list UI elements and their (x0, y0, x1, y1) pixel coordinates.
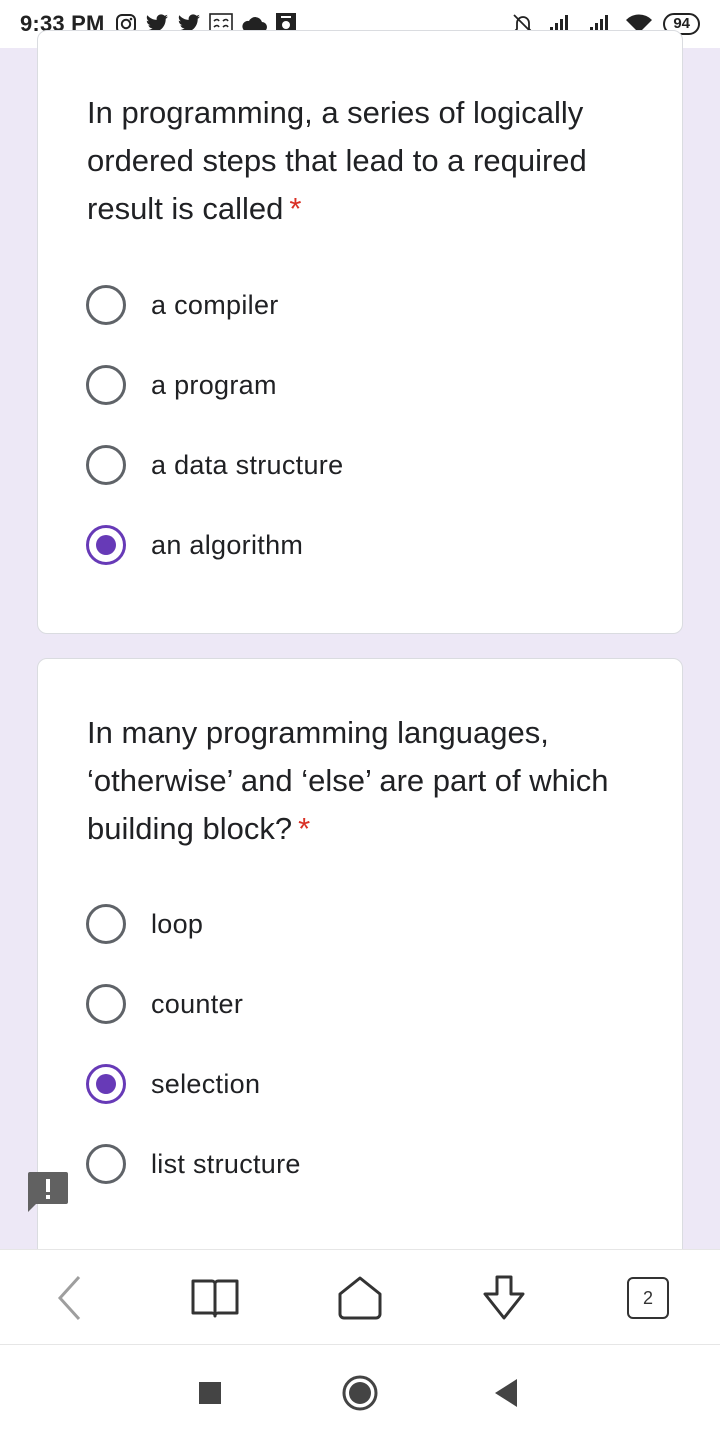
radio-button[interactable] (86, 984, 126, 1024)
download-button[interactable] (478, 1272, 530, 1324)
question-text: In programming, a series of logically or… (87, 95, 587, 226)
feedback-button[interactable] (28, 1172, 68, 1212)
option-label: a program (151, 369, 277, 400)
square-icon (199, 1382, 221, 1404)
radio-button[interactable] (86, 1144, 126, 1184)
radio-option-selected[interactable]: selection (86, 1062, 626, 1106)
home-icon (338, 1276, 382, 1320)
home-nav-button[interactable] (336, 1369, 384, 1417)
radio-option[interactable]: counter (86, 982, 626, 1026)
radio-dot (96, 535, 116, 555)
radio-option[interactable]: list structure (86, 1142, 626, 1186)
radio-button[interactable] (86, 365, 126, 405)
radio-button[interactable] (86, 285, 126, 325)
question-card: In programming, a series of logically or… (37, 30, 683, 634)
recents-button[interactable] (186, 1369, 234, 1417)
back-button[interactable] (44, 1272, 96, 1324)
question-card: In many programming languages, ‘otherwis… (37, 658, 683, 1258)
required-asterisk: * (298, 811, 311, 846)
browser-toolbar: 2 (0, 1249, 720, 1345)
feedback-icon (28, 1172, 68, 1212)
radio-option-selected[interactable]: an algorithm (86, 523, 626, 567)
download-icon (483, 1275, 525, 1320)
back-icon (57, 1275, 81, 1321)
option-label: selection (151, 1068, 261, 1099)
radio-option[interactable]: a program (86, 363, 626, 407)
option-label: list structure (151, 1148, 301, 1179)
circle-icon (342, 1375, 378, 1411)
radio-button[interactable] (86, 904, 126, 944)
radio-button[interactable] (86, 445, 126, 485)
radio-option[interactable]: loop (86, 902, 626, 946)
system-nav-bar (0, 1345, 720, 1440)
radio-button-checked[interactable] (86, 1064, 126, 1104)
radio-button-checked[interactable] (86, 525, 126, 565)
option-label: a data structure (151, 449, 344, 480)
tabs-icon: 2 (627, 1277, 669, 1319)
radio-option[interactable]: a compiler (86, 283, 626, 327)
tabs-button[interactable]: 2 (622, 1272, 674, 1324)
bookmarks-icon (191, 1279, 239, 1318)
option-label: a compiler (151, 289, 279, 320)
home-button[interactable] (334, 1272, 386, 1324)
radio-option[interactable]: a data structure (86, 443, 626, 487)
required-asterisk: * (289, 191, 302, 226)
back-nav-button[interactable] (482, 1369, 530, 1417)
radio-dot (96, 1074, 116, 1094)
triangle-back-icon (495, 1379, 517, 1407)
bookmarks-button[interactable] (189, 1272, 241, 1324)
option-label: counter (151, 988, 244, 1019)
option-label: an algorithm (151, 529, 304, 560)
option-label: loop (151, 908, 204, 939)
question-title: In programming, a series of logically or… (87, 89, 647, 233)
question-title: In many programming languages, ‘otherwis… (87, 709, 647, 853)
question-text: In many programming languages, ‘otherwis… (87, 715, 609, 846)
